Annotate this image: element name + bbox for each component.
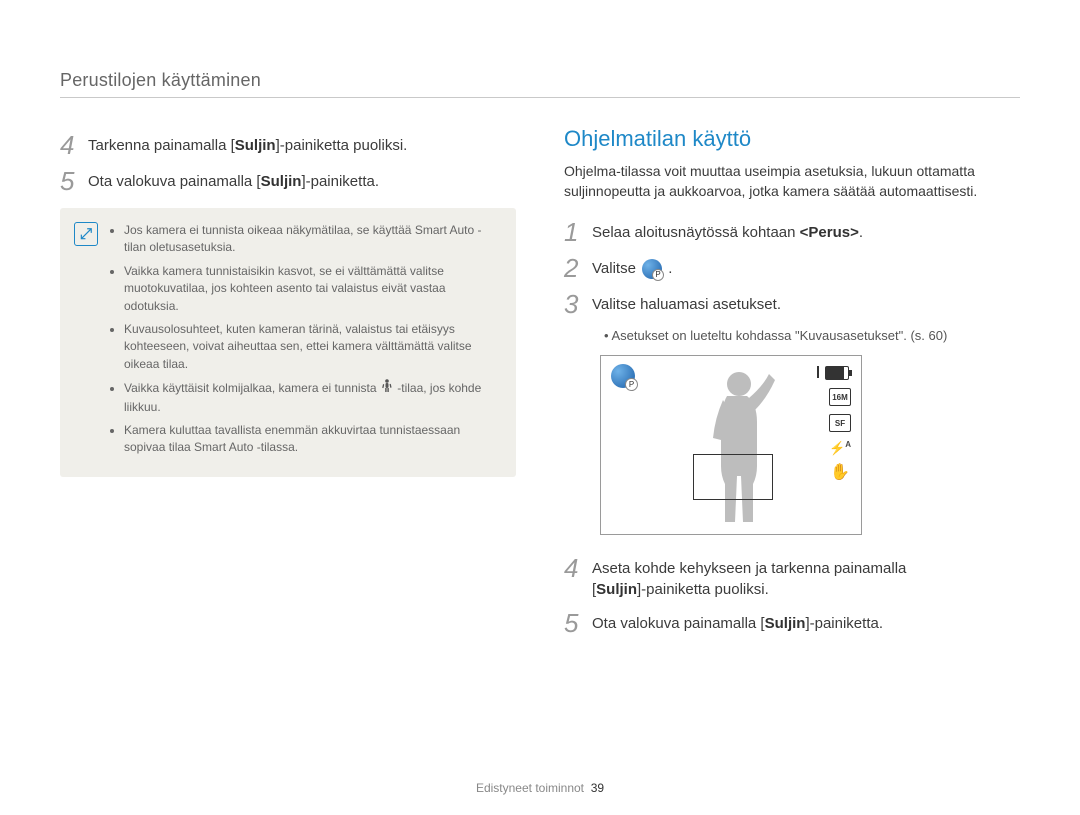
note-item: Vaikka kamera tunnistaisikin kasvot, se …	[124, 263, 498, 315]
flash-auto-icon: ⚡A	[829, 440, 851, 456]
left-step-4: 4 Tarkenna painamalla [Suljin]-painikett…	[60, 132, 516, 158]
content-columns: 4 Tarkenna painamalla [Suljin]-painikett…	[60, 126, 1020, 771]
step-3-sub-bullet: Asetukset on lueteltu kohdassa "Kuvausas…	[604, 327, 1020, 345]
section-intro: Ohjelma-tilassa voit muuttaa useimpia as…	[564, 162, 1020, 201]
camera-screen-illustration: 16M SF ⚡A ✋	[600, 355, 862, 535]
step-text: Valitse haluamasi asetukset.	[592, 291, 781, 315]
camera-side-icons: 16M SF ⚡A ✋	[829, 388, 851, 480]
step-number: 2	[564, 255, 592, 281]
person-silhouette-icon	[697, 366, 777, 527]
step-number: 4	[60, 132, 88, 158]
note-box: Jos kamera ei tunnista oikeaa näkymätila…	[60, 208, 516, 477]
page-header: Perustilojen käyttäminen	[60, 70, 1020, 98]
step-number: 3	[564, 291, 592, 317]
image-quality-icon: SF	[829, 414, 851, 432]
step-text: Ota valokuva painamalla [Suljin]-painike…	[592, 610, 883, 634]
section-title: Ohjelmatilan käyttö	[564, 126, 1020, 152]
battery-full-icon	[825, 366, 849, 380]
right-step-4: 4 Aseta kohde kehykseen ja tarkenna pain…	[564, 555, 1020, 600]
step-text: Aseta kohde kehykseen ja tarkenna painam…	[592, 555, 906, 600]
footer-page-number: 39	[591, 781, 604, 795]
step-number: 4	[564, 555, 592, 581]
page-footer: Edistyneet toiminnot 39	[60, 771, 1020, 795]
person-standing-icon	[382, 379, 392, 398]
anti-shake-icon: ✋	[830, 465, 850, 481]
right-column: Ohjelmatilan käyttö Ohjelma-tilassa voit…	[564, 126, 1020, 771]
step-text: Ota valokuva painamalla [Suljin]-painike…	[88, 168, 379, 192]
right-step-1: 1 Selaa aloitusnäytössä kohtaan <Perus>.	[564, 219, 1020, 245]
step-text: Selaa aloitusnäytössä kohtaan <Perus>.	[592, 219, 863, 243]
exposure-bar-icon	[817, 366, 819, 378]
step-number: 5	[60, 168, 88, 194]
note-item: Vaikka käyttäisit kolmijalkaa, kamera ei…	[124, 379, 498, 416]
image-size-icon: 16M	[829, 388, 851, 406]
step-number: 1	[564, 219, 592, 245]
note-item: Kamera kuluttaa tavallista enemmän akkuv…	[124, 422, 498, 457]
note-item: Kuvausolosuhteet, kuten kameran tärinä, …	[124, 321, 498, 373]
left-column: 4 Tarkenna painamalla [Suljin]-painikett…	[60, 126, 516, 771]
right-step-5: 5 Ota valokuva painamalla [Suljin]-paini…	[564, 610, 1020, 636]
step-text: Tarkenna painamalla [Suljin]-painiketta …	[88, 132, 407, 156]
header-title: Perustilojen käyttäminen	[60, 70, 261, 90]
step-number: 5	[564, 610, 592, 636]
left-step-5: 5 Ota valokuva painamalla [Suljin]-paini…	[60, 168, 516, 194]
right-step-2: 2 Valitse .	[564, 255, 1020, 281]
program-mode-icon	[642, 259, 662, 279]
step-text: Valitse .	[592, 255, 672, 279]
right-step-3: 3 Valitse haluamasi asetukset.	[564, 291, 1020, 317]
focus-rectangle	[693, 454, 773, 500]
note-list: Jos kamera ei tunnista oikeaa näkymätila…	[110, 222, 498, 457]
note-item: Jos kamera ei tunnista oikeaa näkymätila…	[124, 222, 498, 257]
footer-section: Edistyneet toiminnot	[476, 781, 584, 795]
program-mode-icon	[611, 364, 635, 388]
note-icon	[74, 222, 98, 246]
